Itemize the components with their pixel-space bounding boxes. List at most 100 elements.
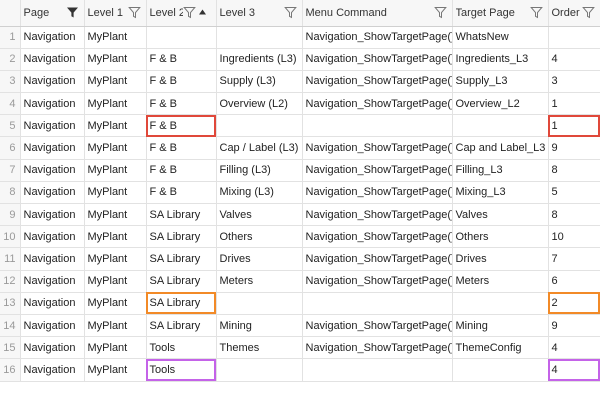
- table-cell[interactable]: MyPlant: [84, 292, 147, 315]
- filter-outline-icon[interactable]: [283, 6, 297, 19]
- table-cell[interactable]: 5: [548, 181, 600, 205]
- table-cell[interactable]: 4: [548, 336, 600, 360]
- table-cell[interactable]: Navigation: [20, 181, 85, 205]
- table-cell[interactable]: SA Library: [146, 203, 217, 227]
- table-cell[interactable]: Supply_L3: [452, 70, 549, 94]
- table-cell[interactable]: Meters: [452, 270, 549, 293]
- table-cell[interactable]: [302, 114, 453, 138]
- highlighted-cell[interactable]: 1: [548, 114, 600, 138]
- table-cell[interactable]: [302, 358, 453, 382]
- table-cell[interactable]: Navigation: [20, 247, 85, 271]
- column-header[interactable]: Target Page: [452, 0, 549, 27]
- table-cell[interactable]: Navigation: [20, 336, 85, 360]
- table-cell[interactable]: MyPlant: [84, 247, 147, 271]
- highlighted-cell[interactable]: 4: [548, 358, 600, 382]
- table-row[interactable]: 13 Navigation MyPlant SA Library 2: [0, 292, 600, 315]
- table-cell[interactable]: 7: [548, 247, 600, 271]
- table-cell[interactable]: 1: [548, 92, 600, 116]
- table-cell[interactable]: Others: [216, 225, 303, 249]
- table-cell[interactable]: Navigation_ShowTargetPage(): [302, 181, 453, 205]
- table-cell[interactable]: [216, 292, 303, 315]
- table-cell[interactable]: [146, 26, 217, 49]
- table-cell[interactable]: [452, 292, 549, 315]
- table-row[interactable]: 7 Navigation MyPlant F & B Filling (L3) Navig…: [0, 159, 600, 182]
- table-cell[interactable]: Supply (L3): [216, 70, 303, 94]
- table-cell[interactable]: F & B: [146, 48, 217, 71]
- column-header[interactable]: Menu Command: [302, 0, 453, 27]
- table-cell[interactable]: Valves: [216, 203, 303, 227]
- table-cell[interactable]: MyPlant: [84, 136, 147, 160]
- table-cell[interactable]: MyPlant: [84, 92, 147, 116]
- table-cell[interactable]: Navigation_ShowTargetPage(): [302, 136, 453, 160]
- table-cell[interactable]: Valves: [452, 203, 549, 227]
- table-cell[interactable]: F & B: [146, 181, 217, 205]
- column-header[interactable]: Level 2: [146, 0, 217, 27]
- filter-outline-icon[interactable]: [182, 6, 196, 19]
- table-cell[interactable]: Navigation_ShowTargetPage(): [302, 270, 453, 293]
- table-cell[interactable]: 4: [548, 48, 600, 71]
- table-cell[interactable]: Navigation: [20, 159, 85, 182]
- table-row[interactable]: 6 Navigation MyPlant F & B Cap / Label (L3) N…: [0, 136, 600, 160]
- table-cell[interactable]: MyPlant: [84, 181, 147, 205]
- table-cell[interactable]: Mining: [216, 314, 303, 338]
- filter-solid-icon[interactable]: [66, 6, 79, 19]
- highlighted-cell[interactable]: SA Library: [146, 292, 217, 315]
- table-cell[interactable]: F & B: [146, 159, 217, 182]
- table-cell[interactable]: F & B: [146, 92, 217, 116]
- table-cell[interactable]: [216, 358, 303, 382]
- table-row[interactable]: 16 Navigation MyPlant Tools 4: [0, 358, 600, 382]
- highlighted-cell[interactable]: F & B: [146, 114, 217, 138]
- table-cell[interactable]: Navigation: [20, 358, 85, 382]
- table-cell[interactable]: F & B: [146, 70, 217, 94]
- table-cell[interactable]: Ingredients (L3): [216, 48, 303, 71]
- table-cell[interactable]: SA Library: [146, 270, 217, 293]
- table-cell[interactable]: Overview (L2): [216, 92, 303, 116]
- table-cell[interactable]: Navigation: [20, 70, 85, 94]
- table-cell[interactable]: Navigation: [20, 314, 85, 338]
- column-header[interactable]: Order: [548, 0, 600, 27]
- table-cell[interactable]: Navigation: [20, 292, 85, 315]
- table-cell[interactable]: MyPlant: [84, 225, 147, 249]
- filter-outline-icon[interactable]: [529, 6, 543, 19]
- table-cell[interactable]: 9: [548, 136, 600, 160]
- table-cell[interactable]: 3: [548, 70, 600, 94]
- table-cell[interactable]: Navigation_ShowTargetPage(): [302, 92, 453, 116]
- table-cell[interactable]: Navigation_ShowTargetPage(): [302, 26, 453, 49]
- table-cell[interactable]: MyPlant: [84, 48, 147, 71]
- table-cell[interactable]: Navigation_ShowTargetPage(): [302, 48, 453, 71]
- table-cell[interactable]: 8: [548, 159, 600, 182]
- table-cell[interactable]: MyPlant: [84, 203, 147, 227]
- table-cell[interactable]: Filling (L3): [216, 159, 303, 182]
- table-row[interactable]: 10 Navigation MyPlant SA Library Others Navig…: [0, 225, 600, 249]
- table-cell[interactable]: Filling_L3: [452, 159, 549, 182]
- table-row[interactable]: 15 Navigation MyPlant Tools Themes Navigation…: [0, 336, 600, 360]
- table-cell[interactable]: Navigation_ShowTargetPage(): [302, 70, 453, 94]
- table-cell[interactable]: Drives: [216, 247, 303, 271]
- table-row[interactable]: 12 Navigation MyPlant SA Library Meters Navig…: [0, 270, 600, 293]
- table-row[interactable]: 4 Navigation MyPlant F & B Overview (L2) Navi…: [0, 92, 600, 116]
- table-cell[interactable]: Navigation: [20, 270, 85, 293]
- table-cell[interactable]: MyPlant: [84, 358, 147, 382]
- highlighted-cell[interactable]: Tools: [146, 358, 217, 382]
- table-cell[interactable]: Cap and Label_L3: [452, 136, 549, 160]
- table-cell[interactable]: Mixing (L3): [216, 181, 303, 205]
- table-cell[interactable]: Navigation_ShowTargetPage(): [302, 247, 453, 271]
- table-cell[interactable]: Drives: [452, 247, 549, 271]
- table-cell[interactable]: F & B: [146, 136, 217, 160]
- table-cell[interactable]: ThemeConfig: [452, 336, 549, 360]
- filter-outline-icon[interactable]: [127, 6, 141, 19]
- table-row[interactable]: 1 Navigation MyPlant Navigation_ShowTargetP…: [0, 26, 600, 49]
- table-cell[interactable]: Navigation_ShowTargetPage(): [302, 159, 453, 182]
- column-header[interactable]: Level 1: [84, 0, 147, 27]
- table-cell[interactable]: 8: [548, 203, 600, 227]
- table-cell[interactable]: Navigation: [20, 26, 85, 49]
- table-row[interactable]: 9 Navigation MyPlant SA Library Valves Naviga…: [0, 203, 600, 227]
- column-header[interactable]: Page: [20, 0, 85, 27]
- table-cell[interactable]: [452, 358, 549, 382]
- table-cell[interactable]: Mining: [452, 314, 549, 338]
- table-cell[interactable]: [216, 114, 303, 138]
- table-row[interactable]: 3 Navigation MyPlant F & B Supply (L3) Naviga…: [0, 70, 600, 94]
- table-cell[interactable]: 10: [548, 225, 600, 249]
- table-cell[interactable]: MyPlant: [84, 336, 147, 360]
- table-row[interactable]: 14 Navigation MyPlant SA Library Mining Navig…: [0, 314, 600, 338]
